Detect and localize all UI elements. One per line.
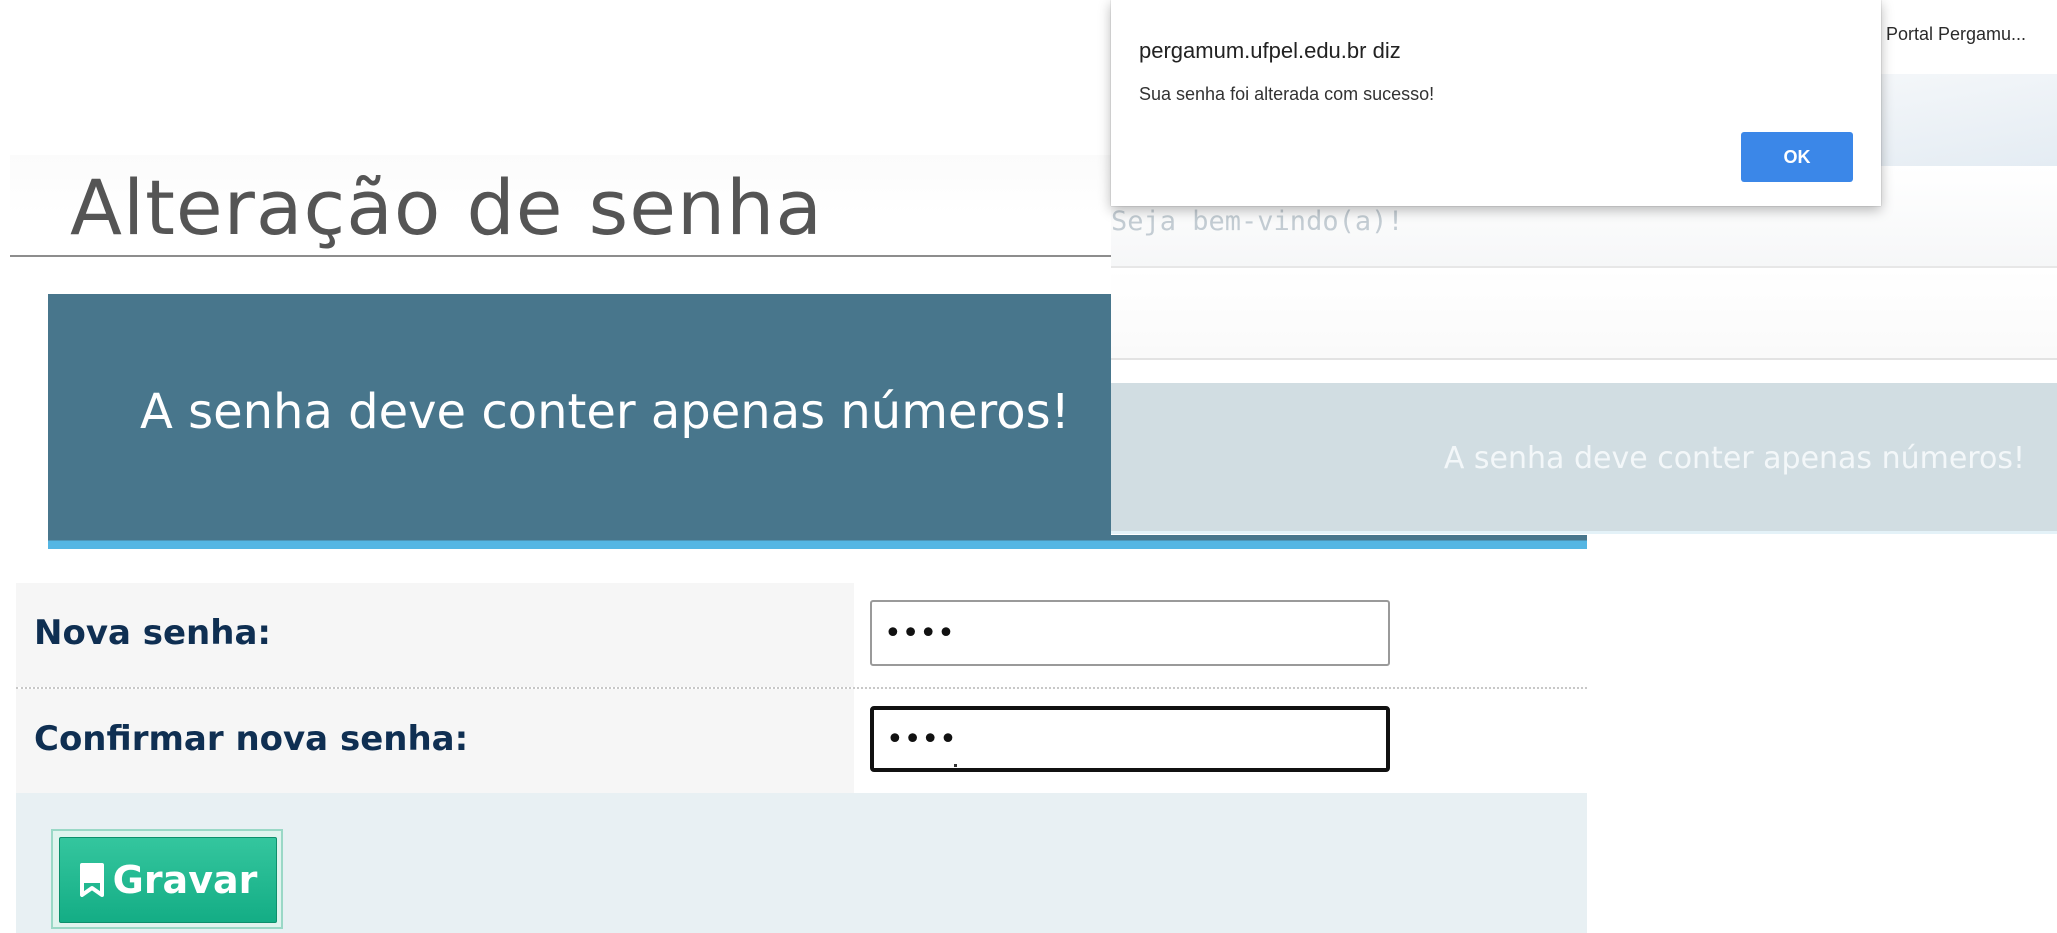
page-title: Alteração de senha [70,163,823,252]
bookmark-portal-link[interactable]: Portal Pergamu... [1886,24,2026,45]
dialog-message: Sua senha foi alterada com sucesso! [1139,84,1435,104]
form-row-confirm-password: Confirmar nova senha: [16,689,1587,795]
alert-banner: A senha deve conter apenas números! [48,294,1111,535]
bookmark-icon [79,863,105,897]
new-password-field[interactable] [870,600,1390,666]
input-cell [854,689,1587,793]
form-actions: Gravar [16,793,1587,933]
background-alert-banner: A senha deve conter apenas números! [1111,383,2057,534]
welcome-text: Seja bem-vindo(a)! [1111,206,1404,237]
label-cell: Confirmar nova senha: [16,689,854,793]
ok-button[interactable]: OK [1741,132,1853,182]
text-cursor [954,764,957,767]
title-strip: Alteração de senha [10,155,1111,257]
password-form: Nova senha: Confirmar nova senha: [16,583,1587,795]
save-button[interactable]: Gravar [59,837,277,923]
confirm-password-label: Confirmar nova senha: [34,719,469,759]
background-alert-text: A senha deve conter apenas números! [1443,441,2025,476]
alert-message: A senha deve conter apenas números! [140,384,1070,440]
confirm-password-field[interactable] [870,706,1390,772]
save-button-label: Gravar [112,858,258,902]
label-cell: Nova senha: [16,583,854,687]
form-row-new-password: Nova senha: [16,583,1587,689]
alert-banner-underline [48,535,1587,549]
save-button-frame: Gravar [51,829,283,929]
alert-dialog: pergamum.ufpel.edu.br diz Sua senha foi … [1111,0,1881,206]
dialog-origin: pergamum.ufpel.edu.br diz [1139,38,1401,63]
input-cell [854,583,1587,687]
new-password-label: Nova senha: [34,613,272,653]
content-spacer [1111,268,2057,360]
